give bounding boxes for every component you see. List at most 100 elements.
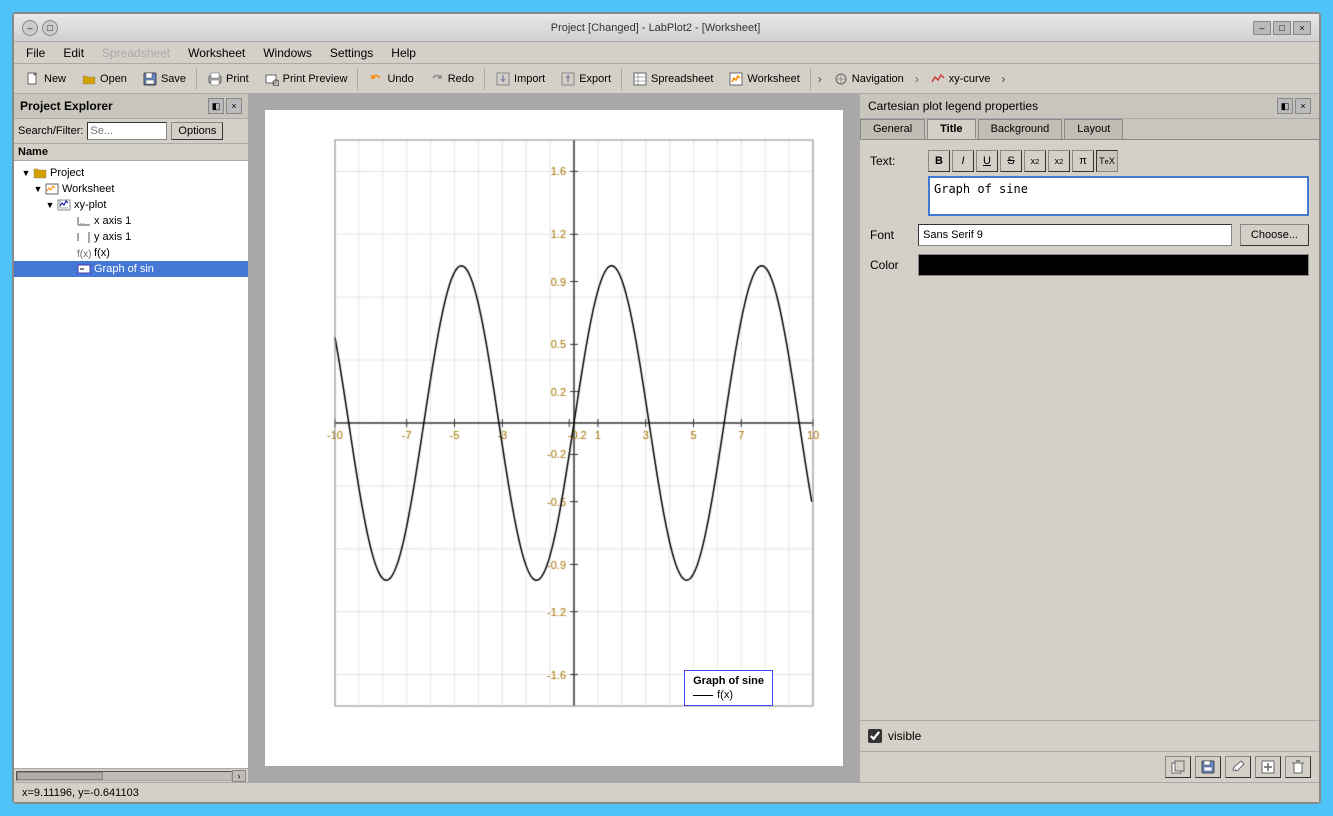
title-bar: – □ Project [Changed] - LabPlot2 - [Work… — [14, 14, 1319, 42]
tree-item-graph-sine[interactable]: ▶ Graph of sin — [14, 261, 248, 277]
delete-btn[interactable] — [1285, 756, 1311, 778]
color-swatch[interactable] — [918, 254, 1309, 276]
worksheet-icon — [728, 71, 744, 87]
folder-icon — [32, 166, 48, 180]
plot-area[interactable]: Graph of sine f(x) — [265, 110, 843, 766]
right-panel: Cartesian plot legend properties ◧ × Gen… — [859, 94, 1319, 782]
tree-item-xy-plot[interactable]: ▼ xy-plot — [14, 197, 248, 213]
print-preview-button[interactable]: Print Preview — [257, 67, 355, 91]
redo-button[interactable]: Redo — [422, 67, 481, 91]
tex-button[interactable]: TeX — [1096, 150, 1118, 172]
search-input[interactable] — [87, 122, 167, 140]
panel-footer: visible — [860, 720, 1319, 751]
title-bar-left: – □ — [22, 20, 58, 36]
export-button[interactable]: Export — [553, 67, 618, 91]
font-label: Font — [870, 228, 910, 242]
scroll-right-btn[interactable]: › — [232, 770, 246, 782]
tree-label-graph-sine: Graph of sin — [94, 263, 154, 275]
menu-edit[interactable]: Edit — [55, 45, 92, 61]
breadcrumb-arrow-right[interactable]: › — [1001, 72, 1005, 86]
formatting-toolbar: B I U S x2 x2 π TeX — [928, 150, 1309, 172]
menu-file[interactable]: File — [18, 45, 53, 61]
superscript-button[interactable]: x2 — [1024, 150, 1046, 172]
legend-icon — [76, 262, 92, 276]
main-content: Project Explorer ◧ × Search/Filter: Opti… — [14, 94, 1319, 782]
save-template-btn[interactable] — [1195, 756, 1221, 778]
secondary-restore[interactable]: □ — [1273, 21, 1291, 35]
import-button[interactable]: Import — [488, 67, 552, 91]
open-icon — [81, 71, 97, 87]
worksheet-label: Worksheet — [747, 73, 799, 85]
choose-font-button[interactable]: Choose... — [1240, 224, 1309, 246]
export-label: Export — [579, 73, 611, 85]
toggle-worksheet[interactable]: ▼ — [32, 184, 44, 194]
axis-icon — [76, 214, 92, 228]
property-tabs: General Title Background Layout — [860, 119, 1319, 140]
legend-box[interactable]: Graph of sine f(x) — [684, 670, 773, 706]
undo-button[interactable]: Undo — [361, 67, 420, 91]
italic-button[interactable]: I — [952, 150, 974, 172]
tab-background[interactable]: Background — [978, 119, 1063, 139]
menu-help[interactable]: Help — [383, 45, 424, 61]
strikethrough-button[interactable]: S — [1000, 150, 1022, 172]
main-window: – □ Project [Changed] - LabPlot2 - [Work… — [12, 12, 1321, 804]
visible-label: visible — [888, 729, 921, 743]
visible-checkbox[interactable] — [868, 729, 882, 743]
navigation-button[interactable]: Navigation — [826, 67, 911, 91]
options-button[interactable]: Options — [171, 122, 223, 140]
save-label: Save — [161, 73, 186, 85]
tree-item-project[interactable]: ▼ Project — [14, 165, 248, 181]
menu-windows[interactable]: Windows — [255, 45, 320, 61]
print-button[interactable]: Print — [200, 67, 256, 91]
bold-button[interactable]: B — [928, 150, 950, 172]
open-button[interactable]: Open — [74, 67, 134, 91]
sidebar-hscroll-track[interactable] — [16, 771, 232, 781]
tree-item-yaxis[interactable]: ▶ y axis 1 — [14, 229, 248, 245]
tree-column-header: Name — [14, 144, 248, 161]
panel-close-btn[interactable]: × — [1295, 98, 1311, 114]
sidebar-scrollbar[interactable]: › — [14, 768, 248, 782]
main-toolbar: New Open Save Print Print Preview — [14, 64, 1319, 94]
text-input[interactable]: Graph of sine — [928, 176, 1309, 216]
menu-worksheet[interactable]: Worksheet — [180, 45, 253, 61]
subscript-button[interactable]: x2 — [1048, 150, 1070, 172]
tab-title[interactable]: Title — [927, 119, 975, 139]
add-btn[interactable] — [1255, 756, 1281, 778]
tab-general[interactable]: General — [860, 119, 925, 139]
spreadsheet-button[interactable]: Spreadsheet — [625, 67, 720, 91]
panel-controls: ◧ × — [1277, 98, 1311, 114]
tab-layout[interactable]: Layout — [1064, 119, 1123, 139]
redo-label: Redo — [448, 73, 474, 85]
new-button[interactable]: New — [18, 67, 73, 91]
toolbar-sep-1 — [196, 68, 197, 90]
window-restore[interactable]: □ — [42, 20, 58, 36]
panel-float-btn[interactable]: ◧ — [1277, 98, 1293, 114]
underline-button[interactable]: U — [976, 150, 998, 172]
tree-item-worksheet[interactable]: ▼ Worksheet — [14, 181, 248, 197]
window-minimize[interactable]: – — [22, 20, 38, 36]
font-input[interactable] — [918, 224, 1232, 246]
pi-button[interactable]: π — [1072, 150, 1094, 172]
menu-spreadsheet[interactable]: Spreadsheet — [94, 45, 178, 61]
sidebar-float-btn[interactable]: ◧ — [208, 98, 224, 114]
copy-properties-btn[interactable] — [1165, 756, 1191, 778]
toggle-project[interactable]: ▼ — [20, 168, 32, 178]
tree-item-xaxis[interactable]: ▶ x axis 1 — [14, 213, 248, 229]
text-form-controls: B I U S x2 x2 π TeX Graph of sine — [928, 150, 1309, 216]
edit-btn[interactable] — [1225, 756, 1251, 778]
xy-curve-button[interactable]: xy-curve — [923, 67, 998, 91]
tree-item-fx[interactable]: ▶ f(x) f(x) — [14, 245, 248, 261]
navigation-icon — [833, 71, 849, 87]
right-panel-header: Cartesian plot legend properties ◧ × — [860, 94, 1319, 119]
secondary-minimize[interactable]: – — [1253, 21, 1271, 35]
tree-view: ▼ Project ▼ Worksheet — [14, 161, 248, 768]
toggle-xy-plot[interactable]: ▼ — [44, 200, 56, 210]
new-label: New — [44, 73, 66, 85]
worksheet-button[interactable]: Worksheet — [721, 67, 806, 91]
menu-settings[interactable]: Settings — [322, 45, 381, 61]
breadcrumb-arrow-left[interactable]: › — [818, 72, 822, 86]
save-button[interactable]: Save — [135, 67, 193, 91]
window-close[interactable]: × — [1293, 21, 1311, 35]
sidebar-close-btn[interactable]: × — [226, 98, 242, 114]
tree-label-xaxis: x axis 1 — [94, 215, 131, 227]
